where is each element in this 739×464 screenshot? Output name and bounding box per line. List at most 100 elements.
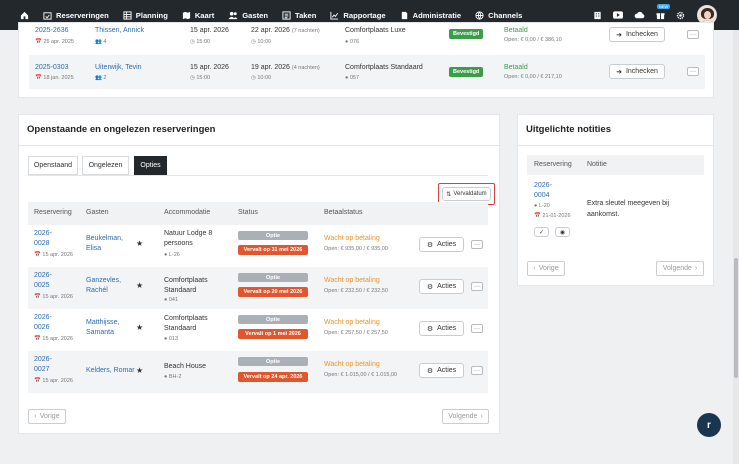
nav-channels[interactable]: Channels	[475, 11, 522, 20]
reservation-code-number[interactable]: 0025	[34, 282, 50, 289]
pitch-number: ● BH-2	[164, 374, 182, 380]
status-badge: Optie	[238, 315, 308, 324]
tab-openstaand[interactable]: Openstaand	[28, 156, 78, 175]
nav-reserveringen[interactable]: Reserveringen	[43, 11, 109, 20]
cloud-button[interactable]	[634, 11, 645, 19]
card-title: Openstaande en ongelezen reserveringen	[27, 124, 216, 135]
login-icon: ➜	[616, 31, 622, 39]
more-button[interactable]: ···	[471, 240, 483, 249]
nav-label: Reserveringen	[56, 10, 109, 20]
table-row: 2026- 0027 📅 15 apr. 2026 Kelders, Romar…	[28, 351, 488, 393]
nav-administratie[interactable]: Administratie	[400, 10, 462, 20]
guest-name[interactable]: Thissen, Annick	[95, 27, 144, 34]
actions-button[interactable]: ⚙ Acties	[419, 237, 464, 252]
reservation-code[interactable]: 2026-	[34, 356, 52, 363]
payment-status: Wacht op betaling	[324, 235, 380, 242]
departure-time: ◷ 10:00	[251, 39, 272, 45]
prev-page-button[interactable]: ‹ Vorige	[28, 409, 66, 424]
nav-label: Administratie	[412, 10, 462, 20]
new-badge: NEW	[657, 3, 671, 9]
accommodation: Beach House	[164, 363, 207, 370]
more-button[interactable]: ···	[471, 366, 483, 375]
guest-name[interactable]: Kelders, Romar	[86, 367, 135, 374]
more-button[interactable]: ···	[471, 324, 483, 333]
guest-name-second[interactable]: Samanta	[86, 329, 114, 336]
document-icon	[401, 11, 407, 19]
home-link[interactable]	[20, 11, 29, 20]
created-date: 📅 15 apr. 2026	[34, 294, 73, 300]
mark-done-button[interactable]: ✓	[534, 227, 549, 237]
created-date: 📅 25 apr. 2025	[35, 39, 74, 45]
home-icon	[20, 11, 29, 19]
support-chat-button[interactable]: r	[697, 413, 721, 437]
column-header: Status	[238, 209, 258, 216]
tab-ongelezen[interactable]: Ongelezen	[82, 156, 129, 175]
pitch-number: ● 057	[345, 75, 360, 81]
guest-name[interactable]: Uiterwijk, Tevin	[95, 64, 142, 71]
map-icon	[182, 11, 190, 19]
calendar-check-icon	[43, 11, 52, 20]
guest-count: 👥 2	[95, 75, 107, 81]
page-scrollbar-track[interactable]	[733, 30, 739, 464]
reservation-code[interactable]: 2025-0303	[35, 64, 68, 71]
nav-rapportage[interactable]: Rapportage	[330, 10, 386, 20]
more-button[interactable]: ···	[687, 30, 699, 39]
status-badge: Optie	[238, 231, 308, 240]
nav-taken[interactable]: Taken	[282, 11, 316, 20]
accommodation: Natuur Lodge 8	[164, 230, 213, 237]
shop-button[interactable]	[593, 11, 602, 20]
note-reservation-code[interactable]: 2026-	[534, 182, 552, 189]
settings-button[interactable]	[676, 11, 685, 20]
nav-planning[interactable]: Planning	[123, 11, 168, 20]
actions-button[interactable]: ⚙ Acties	[419, 321, 464, 336]
new-features-button[interactable]: NEW	[656, 3, 671, 20]
nav-gasten[interactable]: Gasten	[228, 11, 268, 20]
check-icon: ✓	[538, 229, 545, 236]
nav-kaart[interactable]: Kaart	[182, 11, 214, 20]
reservation-code-number[interactable]: 0026	[34, 324, 50, 331]
payment-status: Betaald	[504, 27, 528, 34]
reservation-code[interactable]: 2026-	[34, 272, 52, 279]
actions-button[interactable]: ⚙ Acties	[419, 363, 464, 378]
reservation-code-number[interactable]: 0028	[34, 240, 50, 247]
next-page-button[interactable]: Volgende ›	[442, 409, 489, 424]
note-reservation-number[interactable]: 0004	[534, 192, 550, 199]
reservation-code[interactable]: 2026-	[34, 314, 52, 321]
check-in-button[interactable]: ➜ Inchecken	[609, 64, 665, 79]
table-header: Reservering Gasten Accommodatie Status B…	[28, 202, 488, 225]
guest-name[interactable]: Matthijsse,	[86, 319, 119, 326]
status-badge: Bevestigd	[449, 29, 484, 39]
chevron-left-icon: ‹	[533, 265, 536, 272]
notes-next-button[interactable]: Volgende ›	[656, 261, 704, 276]
guest-name[interactable]: Ganzevles,	[86, 277, 121, 284]
accommodation-second: Standaard	[164, 325, 197, 332]
tab-opties[interactable]: Opties	[134, 156, 167, 175]
cloud-icon	[634, 11, 645, 19]
eye-icon: ◉	[559, 229, 566, 236]
reservation-code-number[interactable]: 0027	[34, 366, 50, 373]
guest-name-second[interactable]: Rachél	[86, 287, 108, 294]
nav-label: Taken	[295, 10, 317, 20]
departure-date: 22 apr. 2026 (7 nachten)	[251, 27, 320, 34]
video-button[interactable]	[613, 11, 623, 19]
notes-prev-button[interactable]: ‹ Vorige	[527, 261, 565, 276]
note-text: Extra sleutel meegeven bij	[587, 200, 670, 207]
view-button[interactable]: ◉	[555, 227, 570, 237]
check-in-button[interactable]: ➜ Inchecken	[609, 27, 665, 42]
guest-name-second[interactable]: Elisa	[86, 245, 101, 252]
departure-time: ◷ 10:00	[251, 75, 272, 81]
chevron-right-icon: ›	[694, 265, 698, 272]
reservation-code[interactable]: 2026-	[34, 230, 52, 237]
nav-label: Rapportage	[343, 10, 386, 20]
reservation-code[interactable]: 2025-2636	[35, 27, 68, 34]
pitch-number: ● 041	[164, 297, 179, 303]
more-button[interactable]: ···	[687, 67, 699, 76]
sort-expiry-button[interactable]: ⇅ Vervaldatum	[442, 187, 491, 201]
guest-name[interactable]: Beukelman,	[86, 235, 123, 242]
gear-icon: ⚙	[426, 241, 434, 249]
table-row: 2026- 0026 📅 15 apr. 2026 Matthijsse, Sa…	[28, 309, 488, 351]
more-button[interactable]: ···	[471, 282, 483, 291]
column-header: Gasten	[86, 209, 109, 216]
actions-button[interactable]: ⚙ Acties	[419, 279, 464, 294]
page-scrollbar-thumb[interactable]	[734, 258, 738, 378]
